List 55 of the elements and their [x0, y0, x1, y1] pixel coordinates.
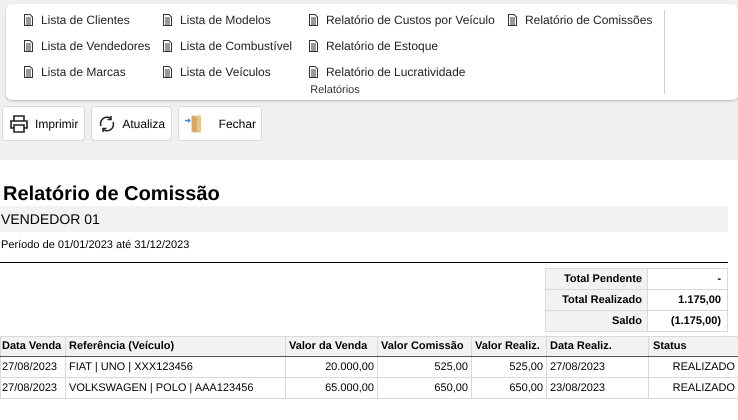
- document-icon: [309, 66, 318, 78]
- summary-value: (1.175,00): [648, 310, 728, 332]
- menu-item[interactable]: Lista de Veículos: [163, 62, 309, 82]
- group-label: Relatórios: [310, 83, 360, 98]
- column-header: Valor Realiz.: [472, 336, 546, 356]
- column-header: Valor Comissão: [378, 336, 472, 356]
- table-cell: VOLKSWAGEN | POLO | AAA123456: [66, 378, 286, 398]
- menu-item[interactable]: Lista de Combustível: [163, 36, 309, 56]
- document-icon: [163, 40, 172, 52]
- summary-label: Total Realizado: [546, 290, 648, 310]
- toolbar-button[interactable]: Fechar: [178, 106, 262, 141]
- document-icon: [24, 14, 33, 26]
- document-icon: [309, 40, 318, 52]
- document-icon: [508, 14, 517, 26]
- menu-item[interactable]: Relatório de Custos por Veículo: [309, 10, 508, 30]
- menu-item[interactable]: Lista de Modelos: [163, 10, 309, 30]
- table-cell: FIAT | UNO | XXX123456: [66, 356, 286, 378]
- document-icon: [163, 14, 172, 26]
- refresh-icon: [98, 114, 116, 132]
- period-text: Período de 01/01/2023 até 31/12/2023: [0, 238, 190, 253]
- table-cell: 27/08/2023: [0, 356, 66, 378]
- summary-value: -: [648, 268, 728, 290]
- document-icon: [163, 66, 172, 78]
- summary-label: Total Pendente: [546, 268, 648, 290]
- menu-item[interactable]: Relatório de Lucratividade: [309, 62, 508, 82]
- summary-value: 1.175,00: [648, 290, 728, 310]
- column-header: Status: [648, 336, 738, 356]
- table-cell: 525,00: [472, 356, 546, 378]
- table-cell: 525,00: [378, 356, 472, 378]
- table-cell: 650,00: [472, 378, 546, 398]
- table-cell: 23/08/2023: [546, 378, 648, 398]
- table-cell: 27/08/2023: [0, 378, 66, 398]
- summary-label: Saldo: [546, 310, 648, 332]
- printer-icon: [9, 114, 29, 132]
- column-header: Data Venda: [0, 336, 66, 356]
- document-icon: [24, 40, 33, 52]
- document-icon: [24, 66, 33, 78]
- column-header: Data Realiz.: [546, 336, 648, 356]
- toolbar-button[interactable]: Imprimir: [2, 106, 86, 141]
- table-cell: 20.000,00: [286, 356, 378, 378]
- report-title: Relatório de Comissão: [2, 182, 221, 206]
- table-cell: 27/08/2023: [546, 356, 648, 378]
- menu-item[interactable]: Relatório de Comissões: [508, 10, 658, 30]
- document-icon: [309, 14, 318, 26]
- column-header: Valor da Venda: [286, 336, 378, 356]
- table-cell: 65.000,00: [286, 378, 378, 398]
- menu-item[interactable]: Lista de Clientes: [24, 10, 163, 30]
- menu-item[interactable]: Lista de Marcas: [24, 62, 163, 82]
- menu-item[interactable]: Relatório de Estoque: [309, 36, 508, 56]
- menu-item[interactable]: Lista de Vendedores: [24, 36, 163, 56]
- toolbar-button[interactable]: Atualiza: [91, 106, 172, 141]
- seller-name: VENDEDOR 01: [0, 206, 728, 232]
- column-header: Referência (Veículo): [66, 336, 286, 356]
- exit-door-icon: [184, 112, 203, 134]
- table-cell: 650,00: [378, 378, 472, 398]
